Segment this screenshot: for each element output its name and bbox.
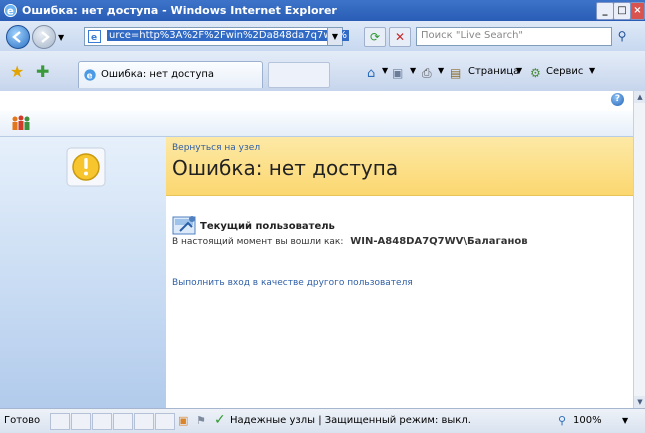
address-field[interactable]: e urce=http%3A%2F%2Fwin%2Da848da7q7wv% ▼ <box>84 27 349 46</box>
maximize-button[interactable]: □ <box>613 2 631 20</box>
page-menu-button[interactable]: Страница <box>468 66 519 77</box>
home-icon[interactable]: ⌂ <box>367 66 375 81</box>
status-segment <box>50 413 70 430</box>
user-name: WIN-A848DA7Q7WV\Балаганов <box>350 236 528 247</box>
svg-text:e: e <box>87 72 93 82</box>
minimize-button[interactable]: _ <box>596 2 614 20</box>
history-dropdown-icon[interactable]: ▼ <box>58 33 64 42</box>
new-tab-button[interactable] <box>268 62 330 88</box>
refresh-icon[interactable]: ⟳ <box>364 27 386 47</box>
page-title: Ошибка: нет доступа <box>172 156 399 180</box>
search-input[interactable]: Поиск "Live Search" <box>416 27 612 46</box>
address-url[interactable]: urce=http%3A%2F%2Fwin%2Da848da7q7wv% <box>107 30 349 41</box>
favorites-star-icon[interactable]: ★ <box>10 62 24 81</box>
left-navigation-panel <box>0 137 166 408</box>
page-menu-dropdown-icon[interactable]: ▼ <box>516 66 522 75</box>
window-title: Ошибка: нет доступа - Windows Internet E… <box>22 4 337 17</box>
security-zone-text[interactable]: Надежные узлы | Защищенный режим: выкл. <box>230 415 471 426</box>
logged-in-as-line: В настоящий момент вы вошли как: WIN-A84… <box>172 236 528 247</box>
lock-icon[interactable]: ▣ <box>178 414 188 427</box>
tab-label: Ошибка: нет доступа <box>101 69 215 80</box>
search-icon[interactable]: ⚲ <box>612 26 632 46</box>
feeds-dropdown-icon[interactable]: ▼ <box>410 66 416 75</box>
ie-logo-icon: e <box>3 3 18 17</box>
page-icon: e <box>88 30 101 43</box>
zoom-dropdown-icon[interactable]: ▼ <box>622 416 628 425</box>
scroll-up-arrow-icon[interactable]: ▲ <box>634 91 645 103</box>
forward-button[interactable] <box>32 25 56 49</box>
tools-menu-icon[interactable]: ⚙ <box>530 66 541 80</box>
status-segment <box>92 413 112 430</box>
back-button[interactable] <box>6 25 30 49</box>
page-menu-icon[interactable]: ▤ <box>450 66 461 80</box>
vertical-scrollbar[interactable]: ▲ ▼ <box>633 91 645 408</box>
scroll-down-arrow-icon[interactable]: ▼ <box>634 396 645 408</box>
title-bar[interactable]: e Ошибка: нет доступа - Windows Internet… <box>0 0 645 21</box>
logged-in-as-label: В настоящий момент вы вошли как: <box>172 237 344 247</box>
zoom-level[interactable]: 100% <box>573 415 602 426</box>
add-favorite-icon[interactable]: ✚ <box>36 62 49 81</box>
back-arrow-icon <box>12 31 21 43</box>
svg-text:e: e <box>7 5 14 17</box>
status-segment <box>113 413 133 430</box>
svg-text:e: e <box>91 33 97 43</box>
stop-icon[interactable]: ✕ <box>389 27 411 47</box>
warning-icon <box>66 147 106 187</box>
status-segment <box>71 413 91 430</box>
print-icon[interactable]: ⎙ <box>422 66 432 81</box>
page-top-strip: ? <box>0 91 633 111</box>
popup-blocker-icon[interactable]: ⚑ <box>196 414 206 427</box>
page-title-area: Вернуться на узел Ошибка: нет доступа <box>166 137 633 196</box>
navigation-bar: ▼ e urce=http%3A%2F%2Fwin%2Da848da7q7wv%… <box>0 21 645 51</box>
tab-ie-icon: e <box>84 69 96 82</box>
status-segment <box>155 413 175 430</box>
main-content: Текущий пользователь В настоящий момент … <box>166 196 633 408</box>
people-logo-icon <box>12 115 30 130</box>
status-bar: Готово ▣ ⚑ ✓ Надежные узлы | Защищенный … <box>0 408 645 433</box>
close-button[interactable]: × <box>630 2 645 20</box>
print-dropdown-icon[interactable]: ▼ <box>438 66 444 75</box>
tab-error-page[interactable]: e Ошибка: нет доступа <box>78 61 263 88</box>
feeds-icon[interactable]: ▣ <box>392 66 403 80</box>
tab-bar: ★ ✚ e Ошибка: нет доступа ⌂ ▼ ▣ ▼ ⎙ ▼ ▤ … <box>0 51 645 92</box>
address-dropdown-icon[interactable]: ▼ <box>327 28 342 45</box>
help-icon[interactable]: ? <box>611 93 624 106</box>
zoom-icon[interactable]: ⚲ <box>558 414 566 427</box>
status-text: Готово <box>4 415 41 426</box>
site-header-bar <box>0 111 633 137</box>
trusted-checkmark-icon: ✓ <box>214 412 226 428</box>
search-placeholder: Поиск "Live Search" <box>421 30 524 41</box>
forward-arrow-icon <box>41 31 50 43</box>
page-viewport: ? Вернуться на узел Ошибка: нет доступа … <box>0 91 633 408</box>
current-user-icon <box>172 216 196 235</box>
back-to-site-link[interactable]: Вернуться на узел <box>172 143 260 153</box>
tools-menu-button[interactable]: Сервис <box>546 66 583 77</box>
tools-menu-dropdown-icon[interactable]: ▼ <box>589 66 595 75</box>
home-dropdown-icon[interactable]: ▼ <box>382 66 388 75</box>
sign-in-as-different-user-link[interactable]: Выполнить вход в качестве другого пользо… <box>172 278 413 288</box>
current-user-heading: Текущий пользователь <box>200 221 335 232</box>
status-segment <box>134 413 154 430</box>
